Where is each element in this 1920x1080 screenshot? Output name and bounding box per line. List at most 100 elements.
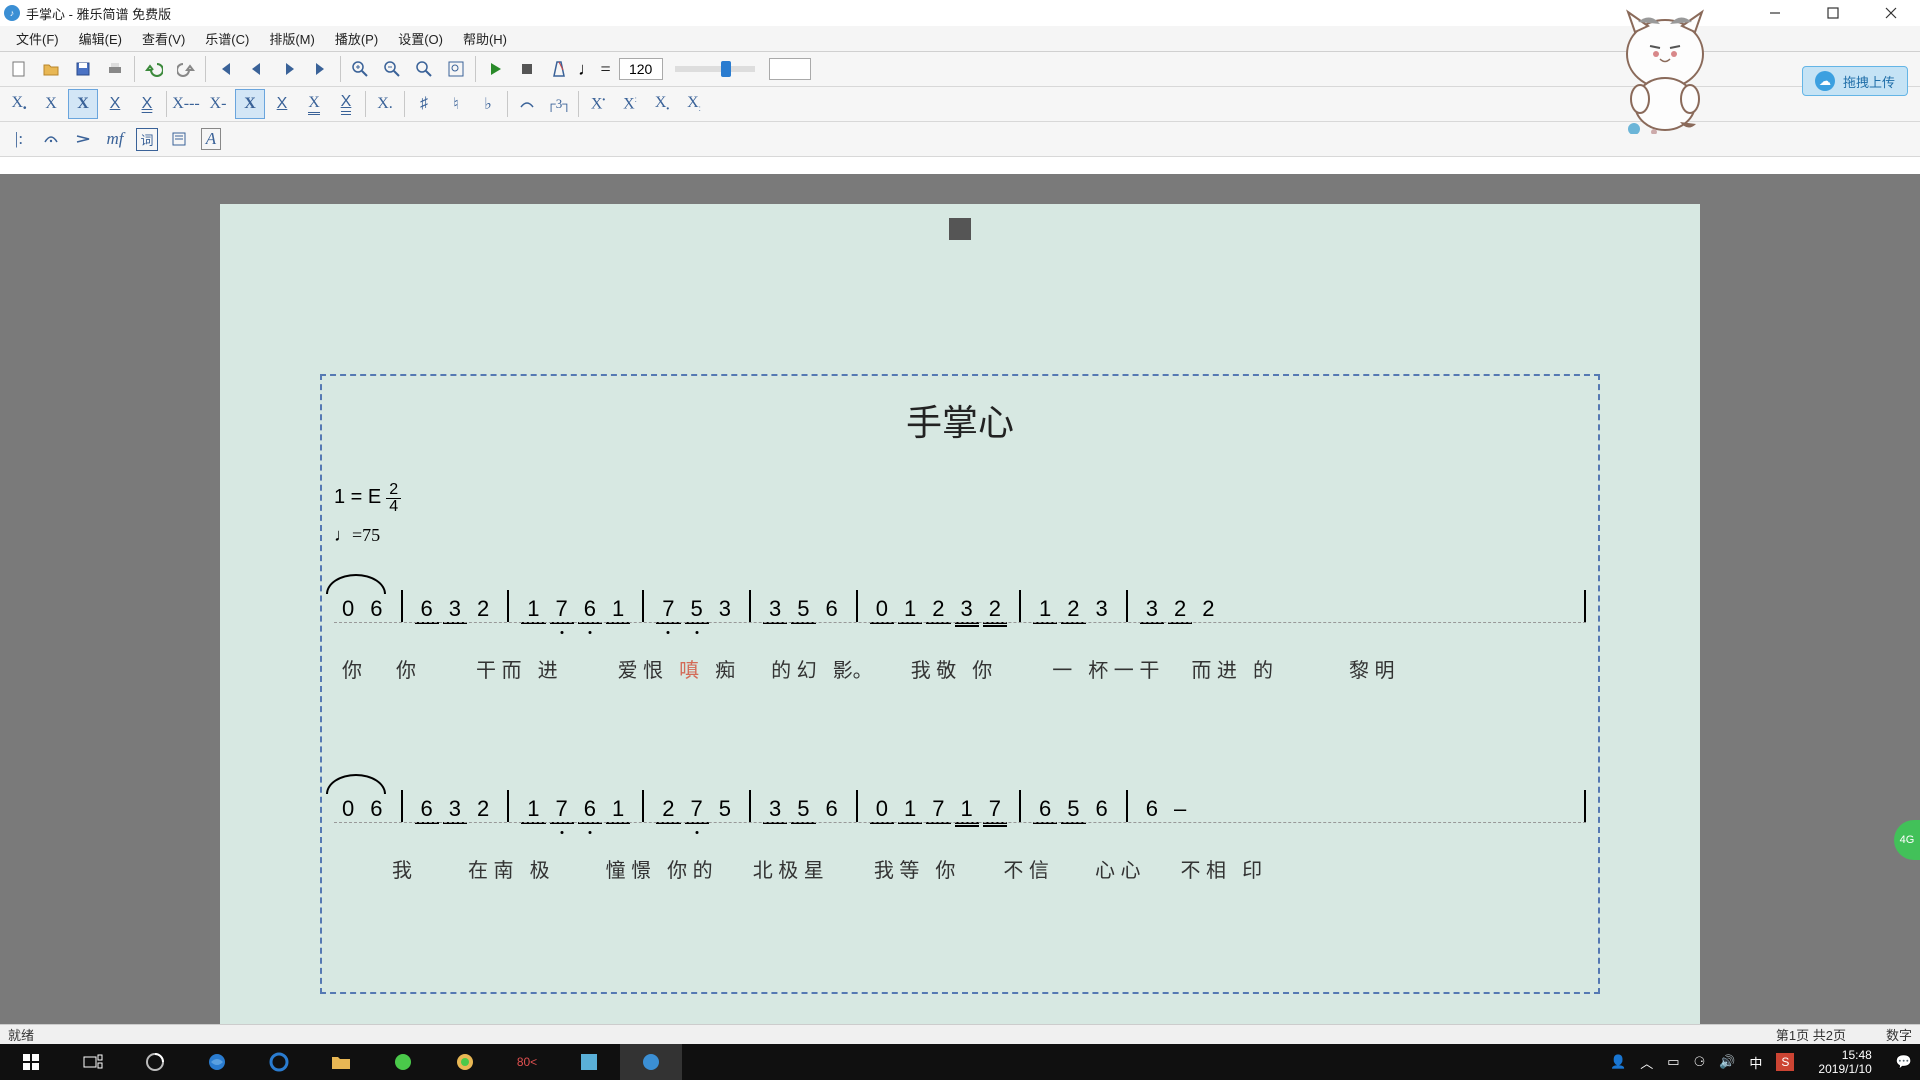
note-under2[interactable]: X xyxy=(299,89,329,119)
maximize-button[interactable] xyxy=(1804,0,1862,26)
prev-button[interactable] xyxy=(242,54,272,84)
task-app-5[interactable] xyxy=(558,1044,620,1080)
app-icon: ♪ xyxy=(4,5,20,21)
windows-taskbar: 80< 👤 ︿ ▭ ⚆ 🔊 中 S 15:48 2019/1/10 💬 xyxy=(0,1044,1920,1080)
oct-down2[interactable]: X: xyxy=(679,89,709,119)
note-dot[interactable]: X. xyxy=(370,89,400,119)
tuplet-button[interactable]: ┌3┐ xyxy=(544,89,574,119)
note-plain[interactable]: X xyxy=(235,89,265,119)
first-button[interactable] xyxy=(210,54,240,84)
tempo-input[interactable] xyxy=(619,58,663,80)
task-explorer[interactable] xyxy=(310,1044,372,1080)
fermata-button[interactable] xyxy=(36,124,66,154)
barline-button[interactable]: |: xyxy=(4,124,34,154)
note-dashed[interactable]: X- xyxy=(203,89,233,119)
system-tray: 👤 ︿ ▭ ⚆ 🔊 中 S 15:48 2019/1/10 💬 xyxy=(1610,1048,1920,1077)
battery-icon[interactable]: ▭ xyxy=(1667,1054,1679,1070)
start-button[interactable] xyxy=(0,1044,62,1080)
zoom-page-button[interactable] xyxy=(441,54,471,84)
ime-zh[interactable]: 中 xyxy=(1749,1053,1762,1072)
tray-chevron-icon[interactable]: ︿ xyxy=(1640,1053,1653,1072)
key-signature[interactable]: 1 = E 24 xyxy=(334,482,1586,515)
page-marker-icon xyxy=(949,218,971,240)
next-button[interactable] xyxy=(274,54,304,84)
task-current-app[interactable] xyxy=(620,1044,682,1080)
wifi-icon[interactable]: ⚆ xyxy=(1694,1054,1706,1070)
toolbar-notes: X• X X X X X--- X- X X X X X. ♯ ♮ ♭ ┌3┐ … xyxy=(0,87,1920,122)
task-app-3[interactable] xyxy=(434,1044,496,1080)
toolbar-extra: |: mf 词 A xyxy=(0,122,1920,157)
note-dash[interactable]: X--- xyxy=(171,89,201,119)
tempo-slider[interactable] xyxy=(675,66,755,72)
tie-button[interactable] xyxy=(512,89,542,119)
volume-icon[interactable]: 🔊 xyxy=(1719,1054,1735,1070)
menu-settings[interactable]: 设置(O) xyxy=(388,27,453,50)
title-bar: ♪ 手掌心 - 雅乐简谱 免费版 xyxy=(0,0,1920,26)
flat-button[interactable]: ♭ xyxy=(473,89,503,119)
people-icon[interactable]: 👤 xyxy=(1610,1054,1626,1070)
text-button[interactable] xyxy=(164,124,194,154)
cloud-icon: ☁ xyxy=(1815,71,1835,91)
menu-bar: 文件(F) 编辑(E) 查看(V) 乐谱(C) 排版(M) 播放(P) 设置(O… xyxy=(0,26,1920,52)
menu-file[interactable]: 文件(F) xyxy=(6,27,69,50)
note-under1[interactable]: X xyxy=(267,89,297,119)
task-app-2[interactable] xyxy=(372,1044,434,1080)
menu-edit[interactable]: 编辑(E) xyxy=(69,27,132,50)
note-dur-4[interactable]: X xyxy=(100,89,130,119)
search-input[interactable] xyxy=(769,58,811,80)
upload-button[interactable]: ☁ 拖拽上传 xyxy=(1802,66,1908,96)
note-dur-2[interactable]: X xyxy=(36,89,66,119)
new-button[interactable] xyxy=(4,54,34,84)
task-edge[interactable] xyxy=(248,1044,310,1080)
font-button[interactable]: A xyxy=(196,124,226,154)
task-app-4[interactable]: 80< xyxy=(496,1044,558,1080)
oct-down1[interactable]: X• xyxy=(647,89,677,119)
oct-up1[interactable]: X• xyxy=(583,89,613,119)
score-page[interactable]: 手掌心 1 = E 24 ♩=75 06 632 1761 753 356 01… xyxy=(220,204,1700,1024)
taskbar-clock[interactable]: 15:48 2019/1/10 xyxy=(1808,1048,1881,1077)
dynamics-button[interactable]: mf xyxy=(100,124,130,154)
zoom-in-button[interactable] xyxy=(345,54,375,84)
sharp-button[interactable]: ♯ xyxy=(409,89,439,119)
note-under3[interactable]: X xyxy=(331,89,361,119)
menu-play[interactable]: 播放(P) xyxy=(325,27,388,50)
metronome-button[interactable] xyxy=(544,54,574,84)
zoom-out-button[interactable] xyxy=(377,54,407,84)
taskview-button[interactable] xyxy=(62,1044,124,1080)
status-ready: 就绪 xyxy=(8,1025,34,1044)
minimize-button[interactable] xyxy=(1746,0,1804,26)
play-button[interactable] xyxy=(480,54,510,84)
note-dur-5[interactable]: X xyxy=(132,89,162,119)
last-button[interactable] xyxy=(306,54,336,84)
stop-button[interactable] xyxy=(512,54,542,84)
menu-help[interactable]: 帮助(H) xyxy=(453,27,517,50)
note-dur-3[interactable]: X xyxy=(68,89,98,119)
natural-button[interactable]: ♮ xyxy=(441,89,471,119)
menu-layout[interactable]: 排版(M) xyxy=(259,27,325,50)
staff-line-1[interactable]: 06 632 1761 753 356 01232 123 322 你你干 而进… xyxy=(334,584,1586,704)
status-pages: 第1页 共2页 xyxy=(1776,1025,1846,1044)
open-button[interactable] xyxy=(36,54,66,84)
close-button[interactable] xyxy=(1862,0,1920,26)
lyrics-button[interactable]: 词 xyxy=(132,124,162,154)
notifications-icon[interactable]: 💬 xyxy=(1896,1054,1912,1070)
task-app-1[interactable] xyxy=(124,1044,186,1080)
save-button[interactable] xyxy=(68,54,98,84)
ime-sogou[interactable]: S xyxy=(1776,1053,1794,1071)
zoom-fit-button[interactable] xyxy=(409,54,439,84)
redo-button[interactable] xyxy=(171,54,201,84)
menu-view[interactable]: 查看(V) xyxy=(132,27,195,50)
staff-line-2[interactable]: 06 632 1761 275 356 01717 656 6– 我在 南极 憧… xyxy=(334,784,1586,904)
oct-up2[interactable]: X: xyxy=(615,89,645,119)
task-ie[interactable] xyxy=(186,1044,248,1080)
tempo-marking[interactable]: ♩=75 xyxy=(334,525,1586,546)
menu-score[interactable]: 乐谱(C) xyxy=(195,27,259,50)
score-title[interactable]: 手掌心 xyxy=(334,394,1586,446)
status-numlock: 数字 xyxy=(1886,1025,1912,1044)
note-dur-1[interactable]: X• xyxy=(4,89,34,119)
crescendo-button[interactable] xyxy=(68,124,98,154)
upload-label: 拖拽上传 xyxy=(1843,72,1895,91)
undo-button[interactable] xyxy=(139,54,169,84)
document-area[interactable]: 手掌心 1 = E 24 ♩=75 06 632 1761 753 356 01… xyxy=(0,174,1920,1044)
print-button[interactable] xyxy=(100,54,130,84)
